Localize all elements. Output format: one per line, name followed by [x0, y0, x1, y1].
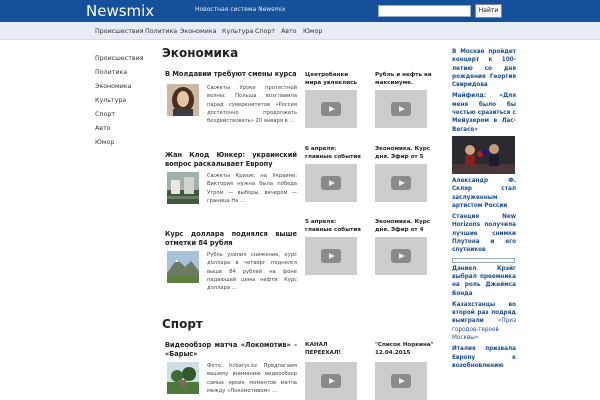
nav-item-politics[interactable]: Политика — [145, 28, 177, 35]
nav-item-auto[interactable]: Авто — [281, 28, 297, 35]
play-button[interactable] — [391, 176, 411, 190]
article-excerpt: Фото: hcbarys.kz Предлагаем вашему внима… — [207, 363, 297, 394]
play-icon — [399, 252, 405, 259]
article-excerpt: Сюжеты Кризис на Украине: Виктория нужна… — [207, 173, 297, 204]
video-thumbnail[interactable] — [375, 164, 427, 202]
news-link[interactable]: Дэниел Крэйг выбрал преемника на роль Дж… — [452, 266, 516, 297]
sidebar-item-politics[interactable]: Политика — [95, 66, 155, 80]
news-item[interactable]: Александр Ф. Скляр стал заслуженным арти… — [452, 177, 516, 210]
play-button[interactable] — [391, 102, 411, 116]
video-thumbnail[interactable] — [375, 362, 427, 400]
nav-item-culture[interactable]: Культура — [222, 28, 253, 35]
sidebar-item-auto[interactable]: Авто — [95, 122, 155, 136]
video-title[interactable]: Центробанки мира увлеклись — [305, 71, 365, 87]
category-sidebar: Происшествия Политика Экономика Культура… — [95, 52, 155, 150]
play-icon — [329, 105, 335, 112]
news-link[interactable]: Станция New Horizons получила лучшие сни… — [452, 214, 516, 253]
article-title[interactable]: Видеообзор матча «Локомотив» - «Барыс» — [165, 341, 297, 359]
video-title[interactable]: Рубль и нефть на максимуме. — [375, 71, 437, 87]
article-thumbnail[interactable] — [167, 362, 199, 394]
news-item[interactable]: Дэниел Крэйг выбрал преемника на роль Дж… — [452, 265, 516, 298]
video-title[interactable]: "Список Норкина" 12.04.2015 — [375, 341, 437, 357]
video-title[interactable]: 6 апреля: главные события — [305, 145, 365, 161]
news-item[interactable]: Станция New Horizons получила лучшие сни… — [452, 213, 516, 254]
video-title[interactable]: Экономика. Курс дня. Эфир от 4 — [375, 218, 437, 234]
play-button[interactable] — [391, 249, 411, 263]
nav-item-incidents[interactable]: Происшествия — [95, 28, 144, 35]
video-thumbnail[interactable] — [305, 90, 357, 128]
play-icon — [329, 377, 335, 384]
play-button[interactable] — [321, 374, 341, 388]
video-title[interactable]: 5 апреля: главные события — [305, 218, 365, 234]
play-button[interactable] — [321, 102, 341, 116]
article-thumbnail[interactable] — [167, 251, 199, 283]
video-thumbnail[interactable] — [305, 164, 357, 202]
news-item[interactable]: Италия призвала Европу к возобновлению — [452, 345, 516, 370]
news-image-boxing[interactable] — [452, 135, 515, 174]
nav-item-humor[interactable]: Юмор — [303, 28, 322, 35]
news-link[interactable]: Италия призвала Европу к возобновлению — [452, 346, 516, 369]
play-icon — [329, 179, 335, 186]
news-sidebar: В Москве пройдет концерт к 100-летию со … — [452, 48, 516, 370]
article-title[interactable]: Курс доллара поднялся выше отметки 84 ру… — [165, 230, 297, 248]
play-button[interactable] — [321, 176, 341, 190]
sidebar-item-sport[interactable]: Спорт — [95, 108, 155, 122]
news-link[interactable]: Майфилд: «Для меня было бы честью сразит… — [452, 93, 516, 132]
news-link[interactable]: Александр Ф. Скляр стал заслуженным арти… — [452, 178, 516, 209]
play-icon — [399, 179, 405, 186]
article-excerpt: Сюжеты Уроки протестной волны: Польша во… — [207, 85, 297, 125]
article-title[interactable]: В Молдавии требуют смены курса — [165, 70, 297, 79]
site-tagline: Новостная система Newsmix — [195, 6, 286, 13]
sidebar-item-humor[interactable]: Юмор — [95, 136, 155, 150]
section-title-economy: Экономика — [162, 46, 239, 60]
article-thumbnail[interactable] — [167, 172, 199, 204]
nav-item-economy[interactable]: Экономика — [180, 28, 217, 35]
article-title[interactable]: Жан Клод Юнкер: украинский вопрос раскал… — [165, 151, 297, 169]
search-input[interactable] — [378, 5, 471, 17]
search-button[interactable]: Найти — [475, 4, 502, 18]
article-thumbnail[interactable] — [167, 84, 199, 116]
sidebar-item-economy[interactable]: Экономика — [95, 80, 155, 94]
nav-item-sport[interactable]: Спорт — [255, 28, 275, 35]
play-icon — [399, 377, 405, 384]
sidebar-item-incidents[interactable]: Происшествия — [95, 52, 155, 66]
play-icon — [399, 105, 405, 112]
news-image-placeholder — [452, 257, 515, 263]
top-navigation: Происшествия Политика Экономика Культура… — [0, 22, 600, 40]
article-excerpt: Рубль усилил снижение, курс доллара в че… — [207, 252, 297, 292]
play-icon — [329, 252, 335, 259]
news-item[interactable]: Казахстанцы во второй раз подряд выиграл… — [452, 301, 516, 342]
play-button[interactable] — [391, 374, 411, 388]
header-bar: Newsmix Новостная система Newsmix Найти — [0, 0, 600, 22]
news-item[interactable]: В Москве пройдет концерт к 100-летию со … — [452, 48, 516, 89]
video-thumbnail[interactable] — [305, 362, 357, 400]
video-thumbnail[interactable] — [375, 237, 427, 275]
section-title-sport: Спорт — [162, 317, 203, 331]
site-logo[interactable]: Newsmix — [86, 1, 154, 21]
news-link[interactable]: В Москве пройдет концерт к 100-летию со … — [452, 49, 516, 88]
video-thumbnail[interactable] — [305, 237, 357, 275]
video-title[interactable]: КАНАЛ ПЕРЕЕХАЛ! — [305, 341, 365, 357]
play-button[interactable] — [321, 249, 341, 263]
sidebar-item-culture[interactable]: Культура — [95, 94, 155, 108]
video-title[interactable]: Экономика. Курс дня. Эфир от 5 — [375, 145, 437, 161]
video-thumbnail[interactable] — [375, 90, 427, 128]
news-item[interactable]: Майфилд: «Для меня было бы честью сразит… — [452, 92, 516, 133]
